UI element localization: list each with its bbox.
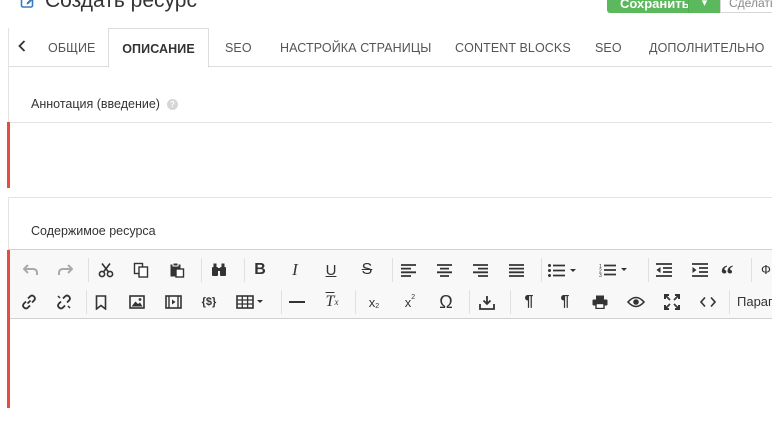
content-label: Содержимое ресурса: [31, 224, 156, 238]
tab-additional[interactable]: ДОПОЛНИТЕЛЬНО: [649, 28, 764, 67]
link-icon[interactable]: [18, 289, 40, 315]
annotation-label: Аннотация (введение): [31, 97, 160, 111]
subscript-icon[interactable]: x2: [363, 289, 385, 315]
toolbar-separator: [729, 290, 730, 314]
align-justify-icon[interactable]: [505, 257, 527, 283]
unlink-icon[interactable]: [53, 289, 75, 315]
show-blocks-icon[interactable]: ¶: [518, 289, 540, 315]
template-icon[interactable]: {$}: [198, 289, 220, 315]
undo-icon[interactable]: [20, 257, 42, 283]
clear-format-icon[interactable]: Tx: [321, 289, 343, 315]
paragraph-icon[interactable]: ¶: [554, 289, 576, 315]
required-marker: [7, 122, 10, 188]
horizontal-rule-icon[interactable]: [286, 289, 308, 315]
toolbar-separator: [469, 290, 470, 314]
page-header: Создать ресурс Сохранить ▾ Сделать: [0, 0, 772, 18]
print-icon[interactable]: [589, 289, 611, 315]
toolbar-row-2: {$} Tx x2 x2 Ω ¶ ¶ Параг: [8, 284, 772, 318]
toolbar-separator: [244, 258, 245, 282]
bold-icon[interactable]: B: [249, 257, 271, 283]
strikethrough-icon[interactable]: S: [356, 257, 378, 283]
save-button[interactable]: Сохранить: [607, 0, 690, 13]
toolbar-separator: [541, 258, 542, 282]
required-marker: [7, 250, 10, 408]
underline-icon[interactable]: U: [320, 257, 342, 283]
outdent-icon[interactable]: [653, 257, 675, 283]
resource-tabs: ОБЩИЕ ОПИСАНИЕ SEO НАСТРОЙКА СТРАНИЦЫ CO…: [8, 28, 772, 68]
save-options-button[interactable]: ▾: [688, 0, 720, 13]
superscript-icon[interactable]: x2: [399, 289, 421, 315]
align-left-icon[interactable]: [397, 257, 419, 283]
tab-page-settings[interactable]: НАСТРОЙКА СТРАНИЦЫ: [280, 28, 431, 67]
toolbar-separator: [751, 258, 752, 282]
tab-seo[interactable]: SEO: [225, 28, 252, 67]
indent-icon[interactable]: [689, 257, 711, 283]
align-right-icon[interactable]: [469, 257, 491, 283]
toolbar-separator: [648, 258, 649, 282]
cut-icon[interactable]: [95, 257, 117, 283]
toolbar-separator: [510, 290, 511, 314]
source-code-icon[interactable]: [697, 289, 719, 315]
tab-content-blocks[interactable]: CONTENT BLOCKS: [455, 28, 571, 67]
bullet-list-icon[interactable]: [546, 257, 582, 283]
help-icon[interactable]: ?: [166, 98, 178, 110]
toolbar-separator: [201, 258, 202, 282]
insert-icon[interactable]: [476, 289, 498, 315]
toolbar-separator: [392, 258, 393, 282]
table-icon[interactable]: [234, 289, 270, 315]
toolbar-row-1: B I U S 123 “ Ф: [8, 252, 772, 289]
title-wrap: Создать ресурс: [20, 0, 197, 14]
paragraph-format-select[interactable]: Параграф: [737, 289, 772, 315]
chevron-left-icon: [18, 39, 26, 57]
editor-toolbar: B I U S 123 “ Ф {$} T x x 2 x 2 Ω ¶ ¶ Па…: [8, 250, 772, 319]
bookmark-icon[interactable]: [90, 289, 112, 315]
toolbar-separator: [86, 290, 87, 314]
redo-icon[interactable]: [54, 257, 76, 283]
rich-text-editor: B I U S 123 “ Ф {$} T x x 2 x 2 Ω ¶ ¶ Па…: [8, 249, 772, 436]
italic-icon[interactable]: I: [284, 257, 306, 283]
secondary-action-button[interactable]: Сделать: [720, 0, 772, 13]
editor-content-area[interactable]: [8, 319, 772, 436]
media-icon[interactable]: [162, 289, 184, 315]
toolbar-separator: [281, 290, 282, 314]
tab-seo-2[interactable]: SEO: [595, 28, 622, 67]
svg-text:3: 3: [599, 273, 602, 277]
align-center-icon[interactable]: [433, 257, 455, 283]
copy-icon[interactable]: [130, 257, 152, 283]
blockquote-icon[interactable]: “: [716, 257, 738, 289]
find-icon[interactable]: [208, 257, 230, 283]
paste-icon[interactable]: [166, 257, 188, 283]
content-label-row: Содержимое ресурса: [31, 224, 156, 238]
preview-icon[interactable]: [625, 289, 647, 315]
image-icon[interactable]: [126, 289, 148, 315]
annotation-textarea[interactable]: [8, 122, 772, 198]
page-title: Создать ресурс: [45, 0, 197, 12]
chevron-down-icon: ▾: [701, 0, 708, 9]
toolbar-separator: [88, 258, 89, 282]
tab-description[interactable]: ОПИСАНИЕ: [108, 28, 209, 68]
annotation-label-row: Аннотация (введение) ?: [31, 97, 178, 111]
special-char-icon[interactable]: Ω: [435, 289, 457, 315]
edit-icon: [20, 0, 38, 10]
fullscreen-icon[interactable]: [661, 289, 683, 315]
format-select[interactable]: Ф: [761, 257, 771, 283]
tab-general[interactable]: ОБЩИЕ: [48, 28, 95, 67]
toolbar-separator: [355, 290, 356, 314]
tabs-prev-button[interactable]: [9, 28, 35, 67]
numbered-list-icon[interactable]: 123: [597, 257, 633, 283]
